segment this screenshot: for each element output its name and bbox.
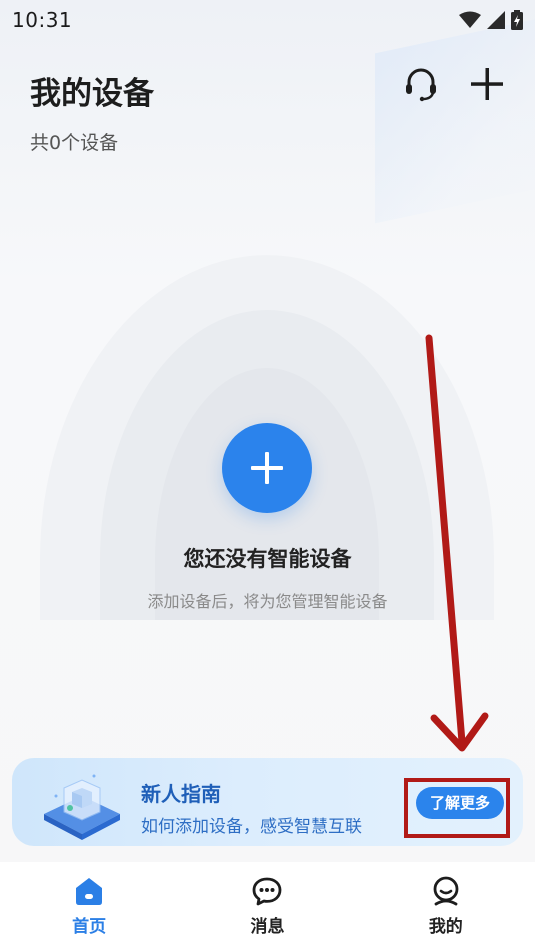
- status-bar: 10:31: [0, 0, 535, 40]
- wifi-icon: [459, 11, 481, 28]
- status-time: 10:31: [12, 8, 73, 32]
- nav-item-messages[interactable]: 消息: [207, 867, 327, 947]
- add-device-button[interactable]: [469, 66, 505, 102]
- profile-icon: [433, 876, 459, 906]
- app-screen: 10:31 我的设备 共0个设备 您还没有智能设备 添加设备后，将为您管理智能设…: [0, 0, 535, 951]
- plus-icon: [251, 452, 283, 484]
- customer-service-button[interactable]: [403, 66, 439, 102]
- home-icon: [76, 878, 103, 905]
- signal-icon: [487, 11, 505, 29]
- device-count: 共0个设备: [30, 132, 119, 154]
- header: 我的设备 共0个设备: [0, 52, 535, 162]
- empty-state-subtitle: 添加设备后，将为您管理智能设备: [147, 592, 388, 611]
- guide-subtitle: 如何添加设备，感受智慧互联: [141, 817, 362, 837]
- guide-title: 新人指南: [141, 782, 221, 806]
- page-title: 我的设备: [30, 76, 154, 112]
- nav-label-messages: 消息: [250, 917, 285, 937]
- nav-label-profile: 我的: [428, 917, 463, 937]
- headset-icon: [406, 68, 436, 102]
- empty-state-title: 您还没有智能设备: [183, 547, 352, 571]
- empty-add-device-button[interactable]: [222, 423, 312, 513]
- learn-more-button[interactable]: 了解更多: [416, 787, 504, 819]
- header-actions: [403, 66, 505, 102]
- cube-illustration-icon: [44, 774, 120, 840]
- bottom-nav: 首页 消息 我的: [0, 862, 535, 951]
- plus-icon: [471, 68, 503, 100]
- nav-item-profile[interactable]: 我的: [386, 867, 506, 947]
- chat-icon: [253, 877, 282, 906]
- status-icons: [459, 10, 523, 30]
- nav-item-home[interactable]: 首页: [29, 867, 149, 947]
- nav-label-home: 首页: [72, 917, 107, 937]
- battery-icon: [511, 10, 523, 30]
